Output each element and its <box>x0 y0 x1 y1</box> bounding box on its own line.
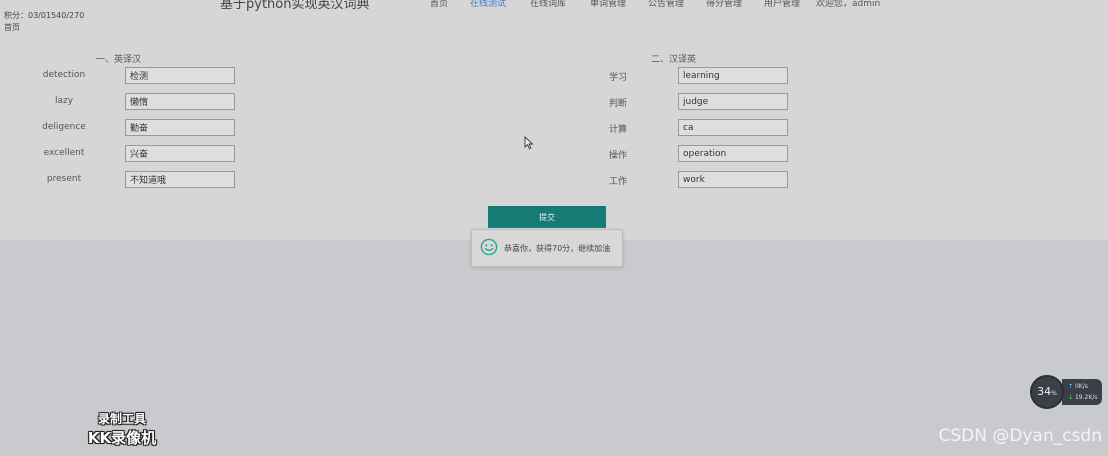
network-speed-panel: ↑ 0K/s ↓ 19.2K/s <box>1062 379 1102 405</box>
app-title: 基于python实现英汉词典 <box>220 0 370 12</box>
download-speed: 19.2 <box>1074 394 1089 401</box>
recorder-watermark-line2: KK录像机 <box>87 429 157 447</box>
nav-user-manage[interactable]: 用户管理 <box>764 0 800 9</box>
zh-en-answer-input[interactable] <box>678 67 788 84</box>
status-score-line: 积分：03/01540/270 <box>4 11 85 20</box>
section-title-zh-en: 二、汉译英 <box>651 55 697 65</box>
nav-online-test[interactable]: 在线测试 <box>470 0 506 9</box>
cpu-usage-percent: 34 <box>1037 385 1052 398</box>
en-word-label: lazy <box>54 96 74 106</box>
zh-word-label: 操作 <box>608 151 627 161</box>
csdn-watermark: CSDN @Dyan_csdn <box>938 426 1102 446</box>
nav-home[interactable]: 首页 <box>430 0 448 9</box>
result-message: 恭喜你，获得70分，继续加油 <box>504 244 611 253</box>
submit-button[interactable]: 提交 <box>488 206 606 228</box>
download-arrow-icon: ↓ <box>1068 394 1074 401</box>
cpu-usage-unit: % <box>1051 390 1057 397</box>
zh-word-label: 判断 <box>608 99 627 109</box>
cpu-usage-dial: 34% <box>1030 375 1064 409</box>
en-word-label: detection <box>42 70 86 80</box>
en-zh-answer-input[interactable] <box>125 171 235 188</box>
en-zh-answer-input[interactable] <box>125 67 235 84</box>
zh-en-answer-input[interactable] <box>678 145 788 162</box>
zh-word-label: 计算 <box>608 125 627 135</box>
zh-en-answer-input[interactable] <box>678 119 788 136</box>
zh-word-label: 工作 <box>608 177 627 187</box>
welcome-user[interactable]: 欢迎您，admin <box>816 0 880 9</box>
en-word-label: present <box>46 174 82 184</box>
upload-arrow-icon: ↑ <box>1068 383 1074 390</box>
nav-score-manage[interactable]: 得分管理 <box>706 0 742 9</box>
top-navbar: 基于python实现英汉词典 首页 在线测试 在线词库 单词管理 公告管理 得分… <box>0 0 1108 12</box>
zh-en-answer-input[interactable] <box>678 171 788 188</box>
section-title-en-zh: 一、英译汉 <box>96 55 142 65</box>
nav-online-lexicon[interactable]: 在线词库 <box>530 0 566 9</box>
nav-notice-manage[interactable]: 公告管理 <box>648 0 684 9</box>
nav-word-manage[interactable]: 单词管理 <box>590 0 626 9</box>
en-word-label: excellent <box>43 148 85 158</box>
en-word-label: deligence <box>42 122 86 132</box>
status-home-link[interactable]: 首页 <box>4 22 20 33</box>
recorder-watermark-line1: 录制工具 <box>97 412 146 426</box>
zh-en-answer-input[interactable] <box>678 93 788 110</box>
upload-unit: K/s <box>1078 383 1088 390</box>
performance-widget[interactable]: ↑ 0K/s ↓ 19.2K/s 34% <box>1030 375 1102 409</box>
recorder-watermark: 录制工具 KK录像机 <box>78 410 166 448</box>
zh-word-label: 学习 <box>608 73 627 83</box>
en-zh-answer-input[interactable] <box>125 93 235 110</box>
mouse-cursor-icon <box>524 136 534 150</box>
en-zh-answer-input[interactable] <box>125 145 235 162</box>
en-zh-answer-input[interactable] <box>125 119 235 136</box>
result-toast: 恭喜你，获得70分，继续加油 <box>471 229 623 267</box>
download-unit: K/s <box>1088 394 1098 401</box>
smile-icon <box>480 238 498 256</box>
